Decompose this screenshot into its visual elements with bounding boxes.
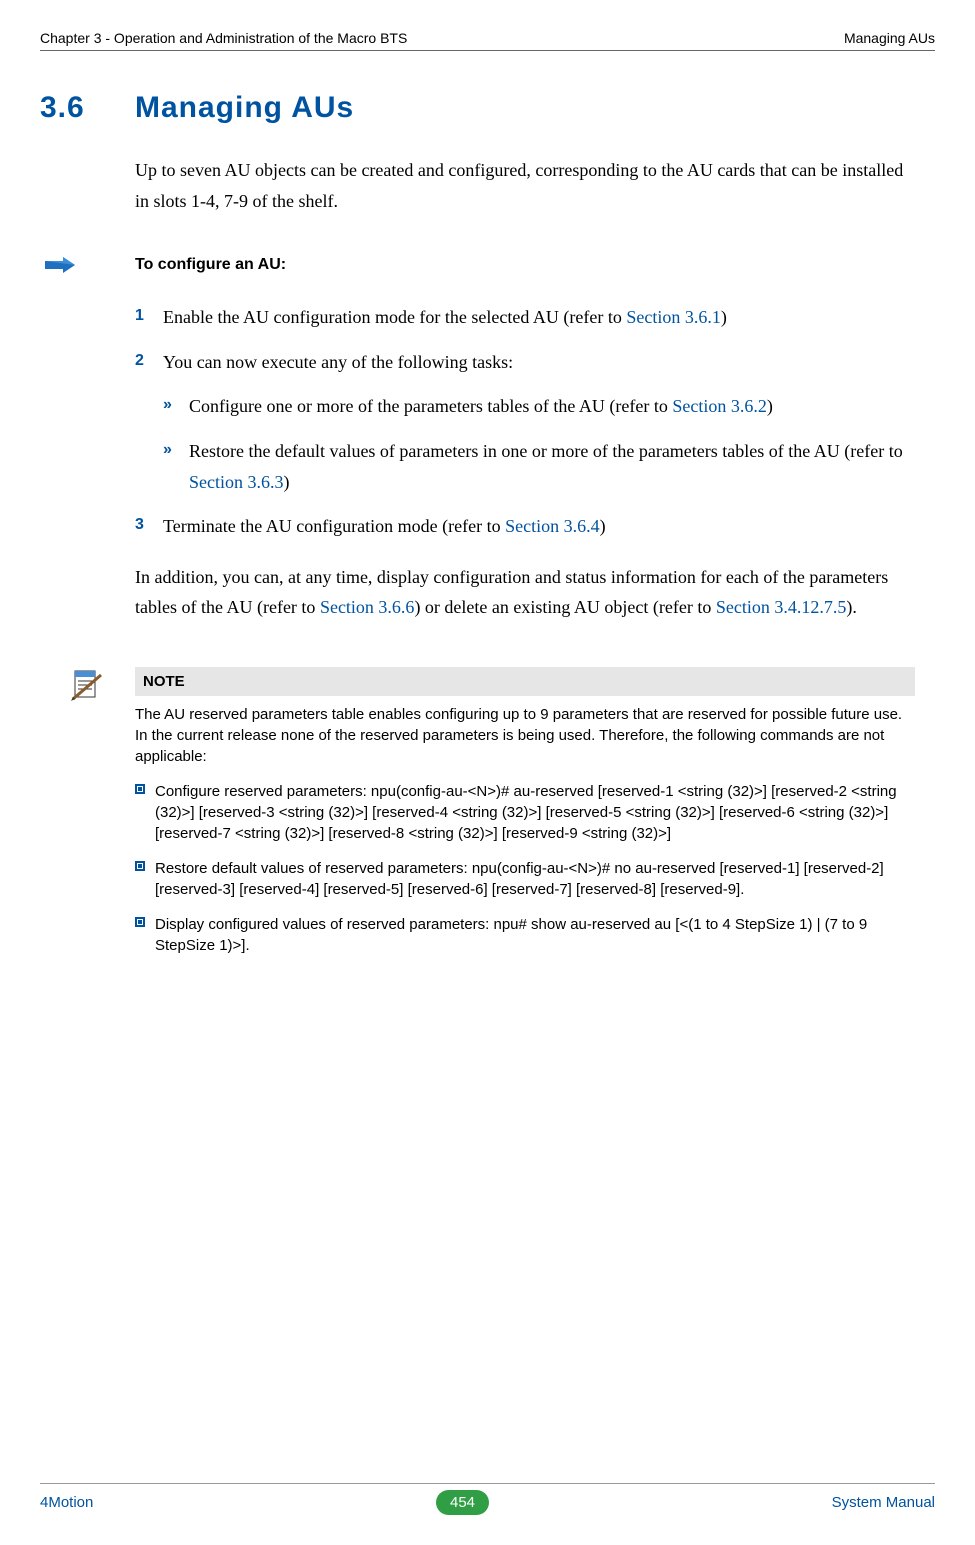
procedure-heading: To configure an AU: xyxy=(40,256,935,274)
footer-left: 4Motion xyxy=(40,1494,93,1511)
link-section-341275[interactable]: Section 3.4.12.7.5 xyxy=(716,597,847,617)
note-intro: The AU reserved parameters table enables… xyxy=(135,704,915,767)
step-number: 3 xyxy=(135,511,163,542)
note-bullet-text: Display configured values of reserved pa… xyxy=(155,914,915,956)
substep-marker: » xyxy=(163,391,189,422)
note-block: NOTE The AU reserved parameters table en… xyxy=(40,667,915,970)
arrow-icon xyxy=(40,257,80,273)
step-2: 2 You can now execute any of the followi… xyxy=(135,347,915,378)
step-number: 2 xyxy=(135,347,163,378)
text-fragment: ) xyxy=(600,516,606,536)
note-bullet-text: Restore default values of reserved param… xyxy=(155,858,915,900)
text-fragment: Terminate the AU configuration mode (ref… xyxy=(163,516,505,536)
text-fragment: Restore the default values of parameters… xyxy=(189,441,903,461)
text-fragment: ) xyxy=(721,307,727,327)
section-heading: 3.6 Managing AUs xyxy=(40,91,935,125)
text-fragment: Enable the AU configuration mode for the… xyxy=(163,307,626,327)
text-fragment: ) xyxy=(767,396,773,416)
section-number: 3.6 xyxy=(40,91,135,125)
step-number: 1 xyxy=(135,302,163,333)
text-fragment: ) or delete an existing AU object (refer… xyxy=(414,597,715,617)
step-text: You can now execute any of the following… xyxy=(163,347,915,378)
note-label: NOTE xyxy=(135,667,915,696)
link-section-361[interactable]: Section 3.6.1 xyxy=(626,307,721,327)
header-left: Chapter 3 - Operation and Administration… xyxy=(40,30,407,46)
step-text: Terminate the AU configuration mode (ref… xyxy=(163,511,915,542)
substep-text: Restore the default values of parameters… xyxy=(189,436,915,497)
step-text: Enable the AU configuration mode for the… xyxy=(163,302,915,333)
link-section-364[interactable]: Section 3.6.4 xyxy=(505,516,600,536)
page-footer: 4Motion 454 System Manual xyxy=(40,1483,935,1515)
link-section-362[interactable]: Section 3.6.2 xyxy=(672,396,767,416)
substep-text: Configure one or more of the parameters … xyxy=(189,391,915,422)
link-section-363[interactable]: Section 3.6.3 xyxy=(189,472,284,492)
page-number: 454 xyxy=(436,1490,489,1515)
step-3: 3 Terminate the AU configuration mode (r… xyxy=(135,511,915,542)
section-title: Managing AUs xyxy=(135,91,354,125)
bullet-square-icon xyxy=(135,858,155,900)
bullet-square-icon xyxy=(135,914,155,956)
procedure-title: To configure an AU: xyxy=(135,256,286,274)
step-1: 1 Enable the AU configuration mode for t… xyxy=(135,302,915,333)
substep-2a: » Configure one or more of the parameter… xyxy=(163,391,915,422)
note-bullet-text: Configure reserved parameters: npu(confi… xyxy=(155,781,915,844)
substep-marker: » xyxy=(163,436,189,497)
intro-paragraph: Up to seven AU objects can be created an… xyxy=(135,155,915,216)
footer-right: System Manual xyxy=(832,1494,935,1511)
link-section-366[interactable]: Section 3.6.6 xyxy=(320,597,415,617)
header-right: Managing AUs xyxy=(844,30,935,46)
addition-paragraph: In addition, you can, at any time, displ… xyxy=(135,562,915,623)
note-bullet-3: Display configured values of reserved pa… xyxy=(135,914,915,956)
substep-2b: » Restore the default values of paramete… xyxy=(163,436,915,497)
page-header: Chapter 3 - Operation and Administration… xyxy=(40,30,935,51)
note-icon xyxy=(40,667,135,970)
note-bullet-1: Configure reserved parameters: npu(confi… xyxy=(135,781,915,844)
text-fragment: Configure one or more of the parameters … xyxy=(189,396,672,416)
note-bullet-2: Restore default values of reserved param… xyxy=(135,858,915,900)
text-fragment: ) xyxy=(284,472,290,492)
text-fragment: ). xyxy=(846,597,857,617)
bullet-square-icon xyxy=(135,781,155,844)
